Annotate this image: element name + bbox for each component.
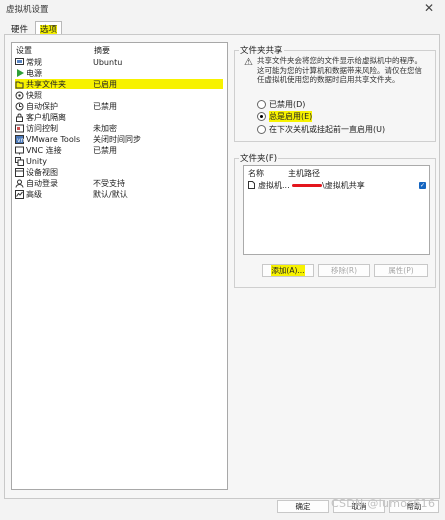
add-folder-button[interactable]: 添加(A)... xyxy=(262,264,314,277)
folder-properties-button[interactable]: 属性(P) xyxy=(374,264,428,277)
settings-item-summary: 已禁用 xyxy=(93,101,117,111)
redaction-mark xyxy=(292,184,322,187)
remove-folder-button[interactable]: 移除(R) xyxy=(318,264,370,277)
settings-item-summary: 未加密 xyxy=(93,123,117,133)
radio-label: 已禁用(D) xyxy=(269,100,306,109)
svg-text:vm: vm xyxy=(17,137,24,144)
folder-sharing-legend: 文件夹共享 xyxy=(239,44,284,56)
autologin-icon xyxy=(15,179,24,188)
settings-item-guest-isolation[interactable]: 客户机隔离 xyxy=(15,112,223,122)
guest-isolation-icon xyxy=(15,113,24,122)
column-host-path: 主机路径 xyxy=(288,169,320,178)
settings-item-unity[interactable]: Unity xyxy=(15,156,223,166)
settings-item-autoprotect[interactable]: 自动保护 已禁用 xyxy=(15,101,223,111)
folders-legend: 文件夹(F) xyxy=(239,152,279,164)
settings-item-summary: 关闭时间同步 xyxy=(93,134,141,144)
settings-item-summary: Ubuntu xyxy=(93,57,123,67)
autoprotect-icon xyxy=(15,102,24,111)
close-icon[interactable]: ✕ xyxy=(424,1,434,15)
power-play-icon xyxy=(15,69,24,78)
settings-item-device-view[interactable]: 设备视图 xyxy=(15,167,223,177)
radio-until-poweroff[interactable]: 在下次关机或挂起前一直启用(U) xyxy=(257,124,385,135)
window-title: 虚拟机设置 xyxy=(6,5,49,15)
settings-item-name: VNC 连接 xyxy=(26,145,62,155)
settings-list[interactable]: 设置 摘要 常规 Ubuntu 电源 共享文件夹 已启用 快照 自动保护 已禁用… xyxy=(11,42,228,490)
settings-item-name: 设备视图 xyxy=(26,167,58,177)
unity-icon xyxy=(15,156,24,166)
settings-item-name: 共享文件夹 xyxy=(26,79,66,89)
folder-enabled-checkbox[interactable]: ✓ xyxy=(419,182,426,189)
folder-host-path: \虚拟机共享 xyxy=(322,181,365,190)
settings-item-snapshots[interactable]: 快照 xyxy=(15,90,223,100)
settings-item-access-control[interactable]: 访问控制 未加密 xyxy=(15,123,223,133)
folders-table-header: 名称 主机路径 xyxy=(248,168,320,179)
settings-item-name: 自动登录 xyxy=(26,178,58,188)
radio-always-enabled[interactable]: 总是启用(E) xyxy=(257,111,313,122)
settings-item-summary: 已禁用 xyxy=(93,145,117,155)
add-button-label: 添加(A)... xyxy=(271,265,305,276)
settings-item-vnc[interactable]: VNC 连接 已禁用 xyxy=(15,145,223,155)
device-view-icon xyxy=(15,167,24,177)
radio-button-selected[interactable] xyxy=(257,112,266,121)
column-summary: 摘要 xyxy=(94,46,110,55)
folder-sharing-description: 共享文件夹会将您的文件显示给虚拟机中的程序。这可能为您的计算机和数据带来风险。请… xyxy=(257,56,422,84)
table-row[interactable]: 虚拟机... \虚拟机共享 ✓ xyxy=(248,180,426,191)
radio-label: 在下次关机或挂起前一直启用(U) xyxy=(269,125,386,134)
access-control-icon xyxy=(15,124,24,133)
settings-item-name: 高级 xyxy=(26,189,42,199)
folder-name: 虚拟机... xyxy=(258,181,290,190)
settings-item-name: 访问控制 xyxy=(26,123,58,133)
advanced-icon xyxy=(15,189,24,199)
vmware-tools-icon: vm xyxy=(15,134,24,144)
settings-item-name: Unity xyxy=(26,156,48,166)
general-icon xyxy=(15,58,24,67)
radio-disabled[interactable]: 已禁用(D) xyxy=(257,99,305,110)
settings-item-vmware-tools[interactable]: vm VMware Tools 关闭时间同步 xyxy=(15,134,223,144)
radio-button[interactable] xyxy=(257,100,266,109)
vnc-icon xyxy=(15,146,24,155)
snapshot-icon xyxy=(15,91,24,100)
settings-item-power[interactable]: 电源 xyxy=(15,68,223,78)
warning-icon: ⚠ xyxy=(244,57,253,68)
settings-item-summary: 已启用 xyxy=(93,79,117,89)
watermark: CSDN @lumos616 xyxy=(331,497,436,510)
settings-item-summary: 默认/默认 xyxy=(93,189,128,199)
radio-button[interactable] xyxy=(257,125,266,134)
settings-item-general[interactable]: 常规 Ubuntu xyxy=(15,57,223,67)
settings-item-name: 电源 xyxy=(26,68,42,78)
settings-item-name: VMware Tools xyxy=(26,134,81,144)
settings-item-summary: 不受支持 xyxy=(93,178,125,188)
settings-item-shared-folders[interactable]: 共享文件夹 已启用 xyxy=(15,79,223,89)
shared-folder-icon xyxy=(15,80,24,89)
column-name: 名称 xyxy=(248,169,264,178)
settings-item-name: 常规 xyxy=(26,57,42,67)
settings-item-autologin[interactable]: 自动登录 不受支持 xyxy=(15,178,223,188)
settings-item-name: 客户机隔离 xyxy=(26,112,66,122)
settings-item-name: 快照 xyxy=(26,90,42,100)
settings-list-header: 设置 摘要 xyxy=(16,45,221,56)
settings-item-name: 自动保护 xyxy=(26,101,58,111)
folder-file-icon xyxy=(248,180,258,191)
radio-label: 总是启用(E) xyxy=(269,111,313,122)
settings-item-advanced[interactable]: 高级 默认/默认 xyxy=(15,189,223,199)
column-setting: 设置 xyxy=(16,46,32,55)
ok-button[interactable]: 确定 xyxy=(277,500,329,513)
folders-table[interactable]: 名称 主机路径 虚拟机... \虚拟机共享 ✓ xyxy=(243,165,430,255)
